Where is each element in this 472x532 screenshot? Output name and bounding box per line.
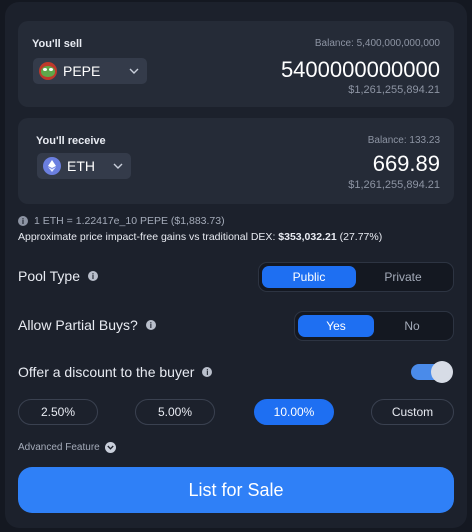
pool-type-public[interactable]: Public: [262, 266, 356, 288]
partial-buys-yes[interactable]: Yes: [298, 315, 374, 337]
receive-balance: Balance: 133.23: [367, 135, 440, 146]
receive-token-name: ETH: [67, 158, 95, 174]
discount-label-text: Offer a discount to the buyer: [18, 364, 195, 380]
chevron-down-icon: [129, 65, 139, 77]
advanced-feature-label: Advanced Feature: [18, 442, 100, 453]
list-for-sale-button[interactable]: List for Sale: [18, 467, 454, 513]
sell-amount-input[interactable]: 5400000000000: [281, 57, 440, 83]
receive-card: You'll receive Balance: 133.23 ETH 669.8…: [18, 118, 454, 204]
sell-token-name: PEPE: [63, 63, 101, 79]
eth-token-icon: [43, 157, 61, 175]
pool-type-toggle: Public Private: [258, 262, 454, 292]
discount-switch[interactable]: [411, 361, 453, 383]
gains-value: $353,032.21: [278, 231, 337, 243]
pool-type-label-text: Pool Type: [18, 268, 81, 284]
chevron-down-icon: [104, 442, 116, 453]
partial-buys-no[interactable]: No: [374, 315, 450, 337]
discount-option-5-00[interactable]: 5.00%: [135, 399, 215, 425]
discount-option-10-00[interactable]: 10.00%: [254, 399, 334, 425]
info-icon: i: [18, 216, 28, 226]
sell-label: You'll sell: [32, 38, 83, 50]
exchange-rate: i 1 ETH = 1.22417e_10 PEPE ($1,883.73): [18, 215, 225, 227]
gains-summary: Approximate price impact-free gains vs t…: [18, 231, 382, 243]
info-icon[interactable]: i: [202, 367, 213, 377]
discount-option-2-50[interactable]: 2.50%: [18, 399, 98, 425]
exchange-rate-text: 1 ETH = 1.22417e_10 PEPE ($1,883.73): [34, 215, 225, 227]
partial-buys-label: Allow Partial Buys? i: [18, 317, 156, 333]
advanced-feature-toggle[interactable]: Advanced Feature: [18, 442, 116, 453]
pool-type-label: Pool Type i: [18, 268, 99, 284]
sell-card: You'll sell Balance: 5,400,000,000,000 P…: [18, 21, 454, 107]
discount-options: 2.50% 5.00% 10.00% Custom: [18, 399, 454, 425]
sell-usd-value: $1,261,255,894.21: [348, 84, 440, 96]
partial-buys-label-text: Allow Partial Buys?: [18, 317, 138, 333]
sell-balance: Balance: 5,400,000,000,000: [314, 38, 440, 49]
sell-token-select[interactable]: PEPE: [33, 58, 147, 84]
pepe-token-icon: [39, 62, 57, 80]
chevron-down-icon: [113, 160, 123, 172]
receive-label: You'll receive: [36, 135, 106, 147]
gains-text: Approximate price impact-free gains vs t…: [18, 231, 279, 243]
discount-option-custom[interactable]: Custom: [371, 399, 454, 425]
pool-type-private[interactable]: Private: [356, 266, 450, 288]
info-icon[interactable]: i: [145, 320, 156, 330]
receive-usd-value: $1,261,255,894.21: [348, 179, 440, 191]
switch-knob: [431, 361, 453, 383]
receive-token-select[interactable]: ETH: [37, 153, 131, 179]
receive-amount: 669.89: [372, 151, 440, 176]
info-icon[interactable]: i: [88, 271, 99, 281]
partial-buys-toggle: Yes No: [294, 311, 454, 341]
discount-label: Offer a discount to the buyer i: [18, 364, 213, 380]
gains-percent: (27.77%): [336, 231, 383, 243]
